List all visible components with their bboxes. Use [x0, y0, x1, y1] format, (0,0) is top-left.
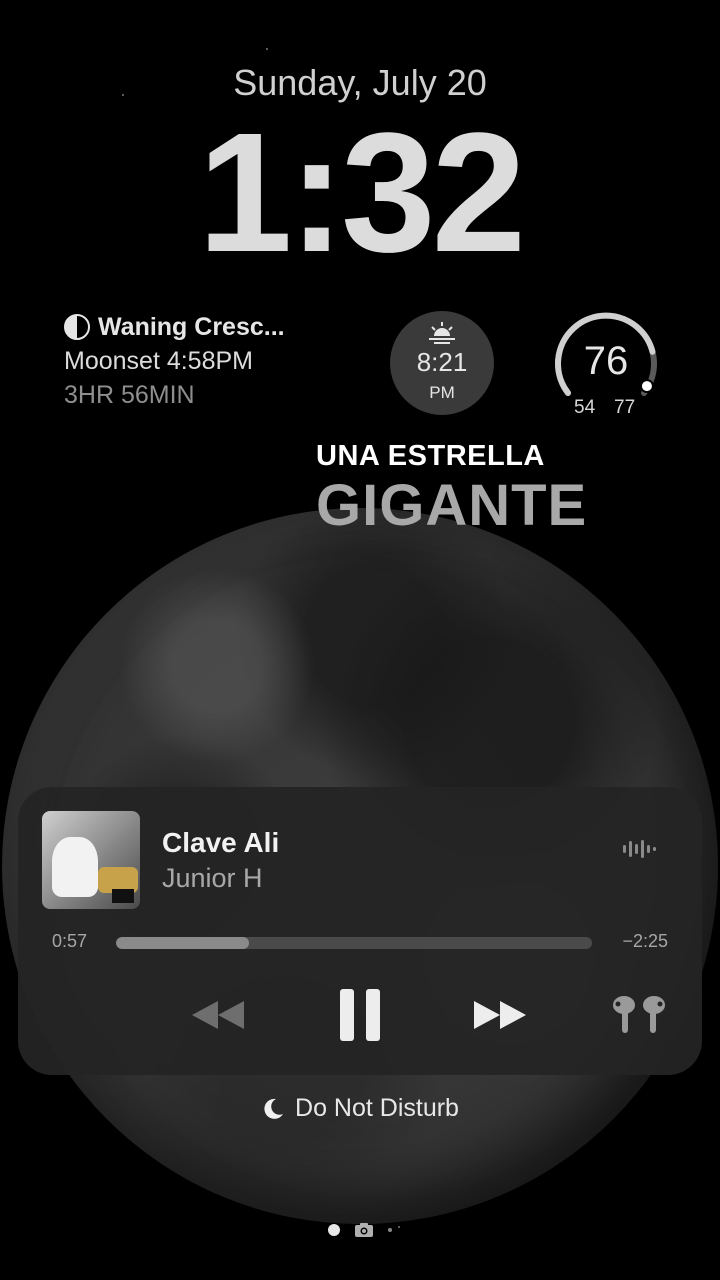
parental-advisory-label: [112, 889, 134, 903]
fast-forward-icon: [474, 1001, 526, 1029]
camera-icon[interactable]: [354, 1222, 374, 1238]
moonset-label: Moonset 4:58PM: [64, 347, 253, 375]
page-dot-active: [328, 1224, 340, 1236]
low-temperature: 54: [574, 397, 596, 418]
focus-label: Do Not Disturb: [295, 1094, 459, 1122]
track-artist: Junior H: [162, 863, 263, 893]
now-playing-widget[interactable]: Clave Ali Junior H 0:57 −2:25: [18, 787, 702, 1075]
next-track-button[interactable]: [468, 985, 532, 1045]
scrubber-progress: [116, 937, 250, 949]
pause-icon: [340, 989, 380, 1041]
rewind-icon: [192, 1001, 244, 1029]
sunset-time: 8:21: [416, 347, 468, 377]
page-dot: [388, 1228, 392, 1232]
moonset-countdown: 3HR 56MIN: [64, 381, 195, 409]
wallpaper-text-line-1: UNA ESTRELLA: [316, 440, 545, 472]
temperature-gauge-widget[interactable]: 76 54 77: [552, 311, 660, 418]
previous-track-button[interactable]: [186, 985, 250, 1045]
current-temperature: 76: [583, 339, 629, 383]
pause-button[interactable]: [328, 985, 392, 1045]
sunset-icon: [429, 322, 455, 344]
star: [266, 48, 268, 50]
crescent-moon-icon: [264, 1098, 284, 1119]
airpods-icon: [613, 996, 665, 1033]
lock-time[interactable]: 1:32: [0, 108, 720, 278]
remaining-time: −2:25: [622, 931, 668, 951]
high-temperature: 77: [614, 397, 636, 418]
page-indicator[interactable]: [0, 1222, 720, 1238]
focus-status[interactable]: Do Not Disturb: [0, 1094, 720, 1123]
artwork-figure: [52, 837, 98, 897]
elapsed-time: 0:57: [52, 931, 88, 951]
waveform-icon: [623, 840, 656, 858]
moon-phase-widget[interactable]: Waning Cresc... Moonset 4:58PM 3HR 56MIN: [64, 310, 364, 412]
sunset-ampm: PM: [429, 383, 455, 402]
track-title: Clave Ali: [162, 827, 280, 858]
playback-scrubber[interactable]: [116, 937, 592, 949]
audio-output-button[interactable]: [604, 985, 674, 1045]
moon-phase-icon: [64, 314, 90, 340]
sunset-widget[interactable]: 8:21 PM: [390, 311, 494, 415]
album-artwork[interactable]: [42, 811, 140, 909]
wallpaper-text-line-2: GIGANTE: [316, 473, 588, 538]
moon-phase-label: Waning Cresc...: [98, 313, 285, 341]
lock-screen: UNA ESTRELLA GIGANTE Sunday, July 20 1:3…: [0, 0, 720, 1280]
